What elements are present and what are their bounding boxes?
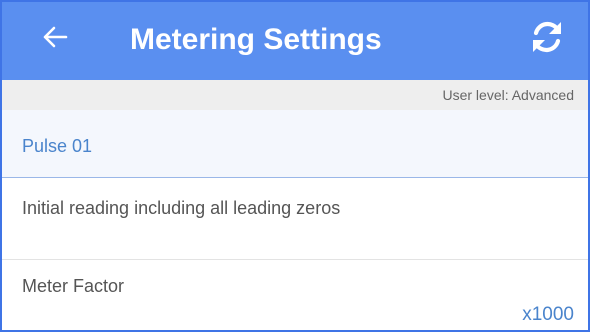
- section-title: Pulse 01: [22, 136, 93, 156]
- initial-reading-label: Initial reading including all leading ze…: [22, 198, 341, 218]
- initial-reading-row[interactable]: Initial reading including all leading ze…: [0, 178, 590, 260]
- user-level-bar: User level: Advanced: [0, 80, 590, 110]
- page-title: Metering Settings: [130, 23, 382, 56]
- section-header: Pulse 01: [0, 110, 590, 178]
- refresh-button[interactable]: [522, 14, 572, 64]
- arrow-left-icon: [40, 22, 70, 57]
- meter-factor-value: x1000: [522, 304, 574, 325]
- app-bar: Metering Settings: [0, 0, 590, 80]
- back-button[interactable]: [30, 14, 80, 64]
- user-level-label: User level: Advanced: [442, 87, 574, 103]
- meter-factor-label: Meter Factor: [22, 276, 125, 296]
- refresh-icon: [528, 18, 566, 61]
- meter-factor-row[interactable]: Meter Factor x1000: [0, 260, 590, 332]
